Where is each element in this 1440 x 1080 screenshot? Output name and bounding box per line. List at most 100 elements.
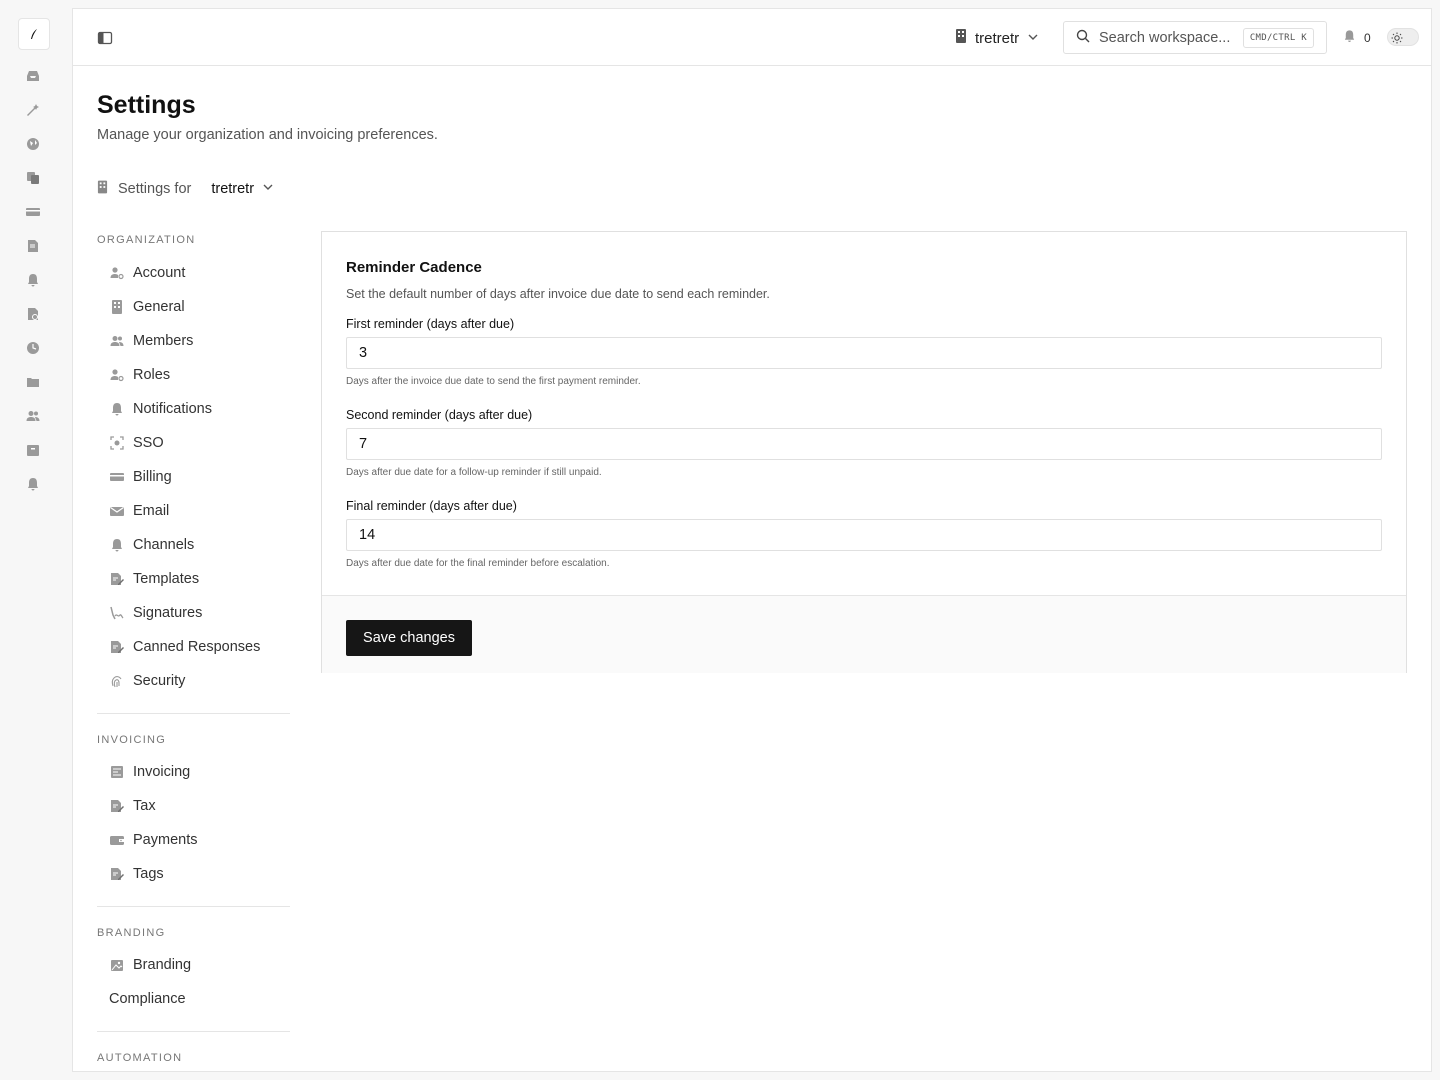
nav-group-invoicing: Invoicing Tax Payments Tags <box>97 755 290 891</box>
document-edit-icon <box>109 640 124 655</box>
settings-nav: Organization Account General Members Rol… <box>97 231 290 1067</box>
org-name: tretretr <box>975 29 1020 47</box>
nav-item-payments[interactable]: Payments <box>97 823 290 857</box>
nav-item-security[interactable]: Security <box>97 664 290 698</box>
nav-item-branding[interactable]: Branding <box>97 948 290 982</box>
search-placeholder: Search workspace... <box>1099 29 1231 46</box>
nav-item-label: Signatures <box>133 605 203 621</box>
notification-count: 0 <box>1364 30 1371 45</box>
scan-icon <box>109 436 124 451</box>
bell-icon <box>109 402 124 417</box>
first-reminder-label: First reminder (days after due) <box>346 317 515 331</box>
credit-card-icon[interactable] <box>25 204 41 220</box>
notifications-button[interactable]: 0 <box>1343 29 1371 46</box>
chevron-down-icon <box>1027 30 1039 47</box>
users-icon[interactable] <box>25 408 41 424</box>
reminder-cadence-card: Reminder Cadence Set the default number … <box>321 231 1407 673</box>
building-icon <box>109 300 124 315</box>
nav-heading-branding: Branding <box>97 927 166 939</box>
document-refresh-icon[interactable] <box>25 306 41 322</box>
box-icon[interactable] <box>25 442 41 458</box>
nav-item-label: Email <box>133 503 170 519</box>
credit-card-icon <box>109 470 124 485</box>
nav-item-label: Canned Responses <box>133 639 261 655</box>
nav-heading-automation: Automation <box>97 1052 183 1064</box>
nav-item-roles[interactable]: Roles <box>97 358 290 392</box>
nav-item-label: Tax <box>133 798 156 814</box>
save-button[interactable]: Save changes <box>346 620 472 656</box>
nav-item-label: Members <box>133 333 194 349</box>
wallet-icon <box>109 833 124 848</box>
nav-item-notifications[interactable]: Notifications <box>97 392 290 426</box>
nav-heading-organization: Organization <box>97 234 196 246</box>
nav-item-general[interactable]: General <box>97 290 290 324</box>
nav-item-email[interactable]: Email <box>97 494 290 528</box>
nav-item-label: Account <box>133 265 186 281</box>
logo-icon[interactable] <box>18 18 50 50</box>
nav-item-label: SSO <box>133 435 164 451</box>
user-gear-icon <box>109 266 124 281</box>
document-icon[interactable] <box>25 238 41 254</box>
settings-for: Settings for tretretr <box>97 179 274 199</box>
final-reminder-input[interactable] <box>346 519 1382 551</box>
card-footer: Save changes <box>322 595 1406 673</box>
receipt-icon <box>109 765 124 780</box>
users-icon <box>109 334 124 349</box>
first-reminder-input[interactable] <box>346 337 1382 369</box>
nav-item-label: Branding <box>133 957 192 973</box>
mail-icon <box>109 504 124 519</box>
globe-icon[interactable] <box>25 136 41 152</box>
nav-item-label: Invoicing <box>133 764 191 780</box>
theme-toggle[interactable] <box>1387 28 1419 46</box>
bell-icon[interactable] <box>25 476 41 492</box>
page-title: Settings <box>97 91 196 119</box>
copy-icon[interactable] <box>25 170 41 186</box>
nav-item-signatures[interactable]: Signatures <box>97 596 290 630</box>
clock-icon[interactable] <box>25 340 41 356</box>
magic-wand-icon[interactable] <box>25 102 41 118</box>
nav-item-channels[interactable]: Channels <box>97 528 290 562</box>
nav-item-billing[interactable]: Billing <box>97 460 290 494</box>
sidebar-toggle-icon[interactable] <box>97 30 113 46</box>
nav-item-sso[interactable]: SSO <box>97 426 290 460</box>
sun-icon <box>1390 31 1404 45</box>
document-edit-icon <box>109 799 124 814</box>
second-reminder-label: Second reminder (days after due) <box>346 408 533 422</box>
nav-divider <box>97 713 290 714</box>
settings-org-select[interactable]: tretretr <box>211 181 274 197</box>
nav-item-canned-responses[interactable]: Canned Responses <box>97 630 290 664</box>
first-reminder-help: Days after the invoice due date to send … <box>346 376 641 387</box>
page-subtitle: Manage your organization and invoicing p… <box>97 127 438 143</box>
nav-item-compliance[interactable]: Compliance <box>97 982 290 1016</box>
nav-item-label: Channels <box>133 537 195 553</box>
nav-item-members[interactable]: Members <box>97 324 290 358</box>
nav-item-label: Roles <box>133 367 171 383</box>
nav-item-label: Notifications <box>133 401 212 417</box>
nav-group-branding: Branding Compliance <box>97 948 290 1016</box>
nav-divider <box>97 1031 290 1032</box>
keyboard-shortcut: CMD/CTRL K <box>1242 27 1314 48</box>
image-icon <box>109 958 124 973</box>
document-edit-icon <box>109 867 124 882</box>
settings-for-label: Settings for <box>118 181 192 197</box>
nav-item-templates[interactable]: Templates <box>97 562 290 596</box>
nav-item-label: Tags <box>133 866 164 882</box>
card-title: Reminder Cadence <box>346 259 482 276</box>
chevron-down-icon <box>262 181 274 197</box>
folder-icon[interactable] <box>25 374 41 390</box>
nav-item-tags[interactable]: Tags <box>97 857 290 891</box>
inbox-icon[interactable] <box>25 68 41 84</box>
bell-icon[interactable] <box>25 272 41 288</box>
nav-item-label: Payments <box>133 832 198 848</box>
second-reminder-input[interactable] <box>346 428 1382 460</box>
nav-item-invoicing[interactable]: Invoicing <box>97 755 290 789</box>
search-input[interactable]: Search workspace... CMD/CTRL K <box>1063 21 1327 54</box>
nav-item-account[interactable]: Account <box>97 256 290 290</box>
nav-item-label: Security <box>133 673 186 689</box>
nav-item-tax[interactable]: Tax <box>97 789 290 823</box>
signature-icon <box>109 606 124 621</box>
settings-org-name: tretretr <box>211 181 255 197</box>
nav-heading-invoicing: Invoicing <box>97 734 167 746</box>
org-switcher[interactable]: tretretr <box>955 26 1039 50</box>
final-reminder-help: Days after due date for the final remind… <box>346 558 610 569</box>
